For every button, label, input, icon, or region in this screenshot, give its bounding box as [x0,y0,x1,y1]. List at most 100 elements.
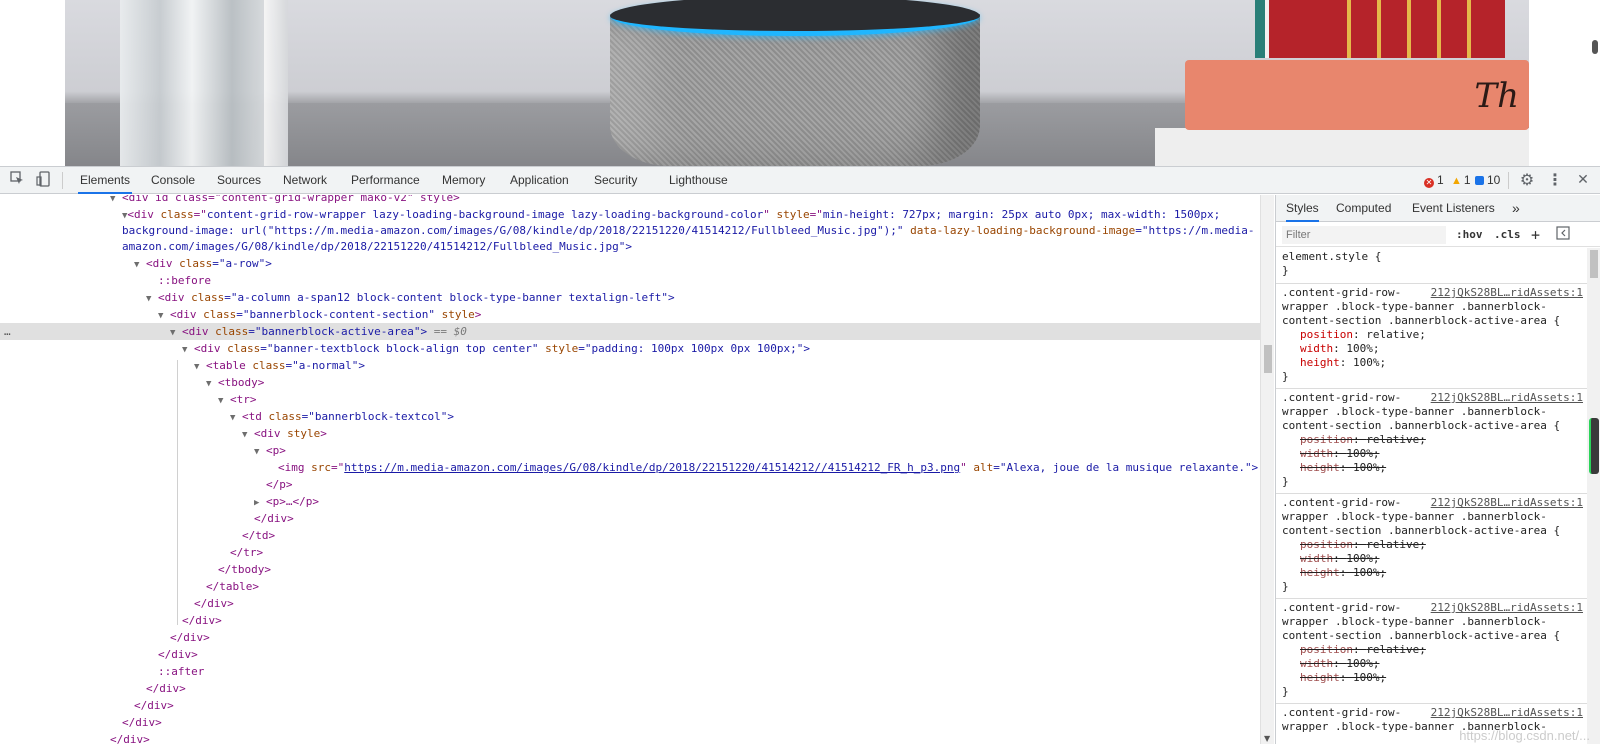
img-src-link[interactable]: https://m.media-amazon.com/images/G/08/k… [344,461,960,474]
tab-lighthouse[interactable]: Lighthouse [667,167,730,194]
pseudo-element-before[interactable]: ::before [0,272,1260,289]
dom-node-line[interactable]: ▼ <tr> [0,391,1260,408]
css-property[interactable]: height: 100%; [1282,356,1583,370]
dom-node-line[interactable]: </div> [0,510,1260,527]
dom-node-line[interactable]: </tr> [0,544,1260,561]
dom-node-line[interactable]: ▼ <table class="a-normal"> [0,357,1260,374]
pseudo-element-after[interactable]: ::after [0,663,1260,680]
elements-dom-tree[interactable]: ▼ <div id class="content-grid-wrapper ma… [0,195,1274,744]
dom-node-line[interactable]: </div> [0,612,1260,629]
tab-application[interactable]: Application [508,167,571,194]
settings-gear-icon[interactable]: ⚙ [1518,171,1536,189]
dom-node-line-wrap: amazon.com/images/G/08/kindle/dp/2018/22… [122,240,632,253]
elements-scrollbar-thumb[interactable] [1264,345,1272,373]
css-property-overridden[interactable]: width: 100%; [1282,552,1583,566]
css-property-overridden[interactable]: height: 100%; [1282,461,1583,475]
dom-node-line[interactable]: ▼ <div style> [0,425,1260,442]
css-property-overridden[interactable]: width: 100%; [1282,447,1583,461]
tab-computed[interactable]: Computed [1336,195,1391,222]
tab-console[interactable]: Console [149,167,197,194]
dom-node-line[interactable]: </div> [0,697,1260,714]
style-rule-overridden[interactable]: 212jQkS28BL…ridAssets:1 .content-grid-ro… [1276,494,1587,599]
dom-node-line[interactable]: </div> [0,629,1260,646]
dom-node-line[interactable]: ▼ <div class="a-row"> [0,255,1260,272]
rule-source-link[interactable]: 212jQkS28BL…ridAssets:1 [1431,286,1583,299]
styles-scrollbar-thumb[interactable] [1590,250,1598,278]
tab-network[interactable]: Network [281,167,329,194]
scroll-down-arrow-icon[interactable]: ▼ [1264,734,1270,743]
css-property-overridden[interactable]: position: relative; [1282,433,1583,447]
page-scrollbar[interactable] [1582,0,1600,166]
dom-node-line[interactable]: ▼ <div id class="content-grid-wrapper ma… [0,195,1260,206]
tab-elements[interactable]: Elements [78,167,133,194]
rule-source-link[interactable]: 212jQkS28BL…ridAssets:1 [1431,706,1583,719]
dom-node-line[interactable]: ▼ <tbody> [0,374,1260,391]
toggle-sidebar-icon[interactable] [1556,226,1570,244]
css-property-overridden[interactable]: position: relative; [1282,643,1583,657]
more-options-icon[interactable]: ⋮ [1546,171,1564,189]
dom-node-line[interactable]: ▼ <div class="a-column a-span12 block-co… [0,289,1260,306]
rule-selector: wrapper .block-type-banner .bannerblock- [1282,300,1547,313]
node-actions-dots[interactable]: … [4,323,11,340]
devtools-panel: Elements Console Sources Network Perform… [0,166,1600,744]
hover-state-toggle[interactable]: :hov [1456,226,1483,244]
warning-counter[interactable]: ▲ 1 [1451,167,1471,194]
style-rule-overridden[interactable]: 212jQkS28BL…ridAssets:1 .content-grid-ro… [1276,599,1587,704]
error-counter[interactable]: ✕ 1 [1424,167,1444,194]
rule-selector: content-section .bannerblock-active-area… [1282,524,1561,537]
dom-node-line[interactable]: </tbody> [0,561,1260,578]
style-rule-overridden[interactable]: 212jQkS28BL…ridAssets:1 .content-grid-ro… [1276,389,1587,494]
rule-selector: content-section .bannerblock-active-area… [1282,629,1561,642]
dom-node-line[interactable]: ▼ <p> [0,442,1260,459]
style-rule[interactable]: 212jQkS28BL…ridAssets:1 .content-grid-ro… [1276,284,1587,389]
dom-node-line[interactable]: </div> [0,680,1260,697]
dom-node-line[interactable]: </div> [0,595,1260,612]
style-rule-element[interactable]: element.style { } [1276,248,1587,284]
dom-node-line[interactable]: </div> [0,646,1260,663]
styles-filter-input[interactable] [1282,226,1446,244]
tab-styles[interactable]: Styles [1286,195,1319,222]
close-devtools-icon[interactable]: ✕ [1574,171,1592,189]
rule-source-link[interactable]: 212jQkS28BL…ridAssets:1 [1431,391,1583,404]
rule-close: } [1282,370,1289,383]
dom-node-line[interactable]: ▼ <td class="bannerblock-textcol"> [0,408,1260,425]
css-property-overridden[interactable]: position: relative; [1282,538,1583,552]
tab-performance[interactable]: Performance [349,167,422,194]
elements-scrollbar[interactable]: ▼ [1260,195,1274,744]
page-scrollbar-thumb[interactable] [1592,40,1598,54]
css-property-overridden[interactable]: width: 100%; [1282,657,1583,671]
dom-node-line[interactable]: ▼ <div class="bannerblock-content-sectio… [0,306,1260,323]
dom-node-line[interactable]: ▶ <p>…</p> [0,493,1260,510]
message-counter[interactable]: 10 [1475,167,1500,194]
rule-close: } [1282,264,1289,277]
css-property[interactable]: position: relative; [1282,328,1583,342]
device-toggle-icon[interactable] [34,171,52,189]
dom-node-line[interactable]: </div> [0,714,1260,731]
books-stack: Th [1145,0,1529,166]
css-property[interactable]: width: 100%; [1282,342,1583,356]
tab-security[interactable]: Security [592,167,639,194]
dom-node-line[interactable]: <img src="https://m.media-amazon.com/ima… [0,459,1260,476]
dom-node-line[interactable]: ▼<div class="content-grid-row-wrapper la… [0,206,1260,223]
more-tabs-icon[interactable]: » [1512,195,1520,222]
new-style-rule-button[interactable]: + [1531,226,1540,244]
glass-object [120,0,288,166]
tab-memory[interactable]: Memory [440,167,487,194]
dom-node-line-selected[interactable]: … ▼ <div class="bannerblock-active-area">… [0,323,1260,340]
dom-node-line[interactable]: </td> [0,527,1260,544]
tab-sources[interactable]: Sources [215,167,263,194]
dom-node-line-wrap: background-image: url("https://m.media-a… [122,224,1255,237]
class-toggle[interactable]: .cls [1494,226,1521,244]
rule-close: } [1282,580,1289,593]
inspect-element-icon[interactable] [8,171,26,189]
dom-node-line[interactable]: </div> [0,731,1260,744]
dom-node-line[interactable]: ▼ <div class="banner-textblock block-ali… [0,340,1260,357]
dom-node-line[interactable]: </p> [0,476,1260,493]
styles-scrollbar[interactable] [1587,248,1600,744]
rule-source-link[interactable]: 212jQkS28BL…ridAssets:1 [1431,496,1583,509]
tab-event-listeners[interactable]: Event Listeners [1412,195,1495,222]
rule-source-link[interactable]: 212jQkS28BL…ridAssets:1 [1431,601,1583,614]
css-property-overridden[interactable]: height: 100%; [1282,566,1583,580]
dom-node-line[interactable]: </table> [0,578,1260,595]
css-property-overridden[interactable]: height: 100%; [1282,671,1583,685]
